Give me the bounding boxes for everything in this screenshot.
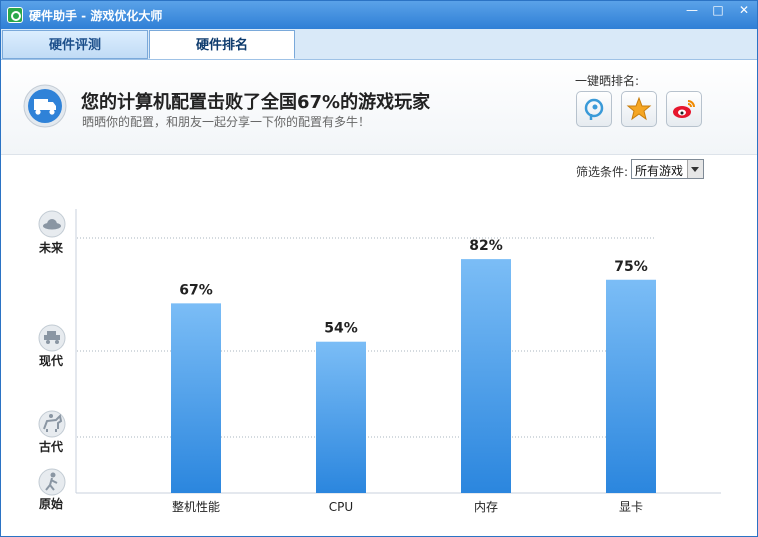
app-window: 硬件助手 - 游戏优化大师 — □ ✕ 硬件评测 硬件排名 您的计算机配置击败了…	[0, 0, 758, 537]
bar-cpu	[316, 341, 366, 493]
bar-value-label-gpu: 75%	[614, 259, 648, 275]
bar-value-label-memory: 82%	[469, 238, 503, 254]
bar-overall	[171, 303, 221, 493]
horse-rider-icon	[38, 410, 66, 438]
bar-memory	[461, 259, 511, 493]
category-label-cpu: CPU	[329, 500, 353, 514]
category-label-memory: 内存	[474, 500, 498, 514]
ufo-icon	[38, 210, 66, 238]
bar-gpu	[606, 279, 656, 493]
level-label-primitive: 原始	[39, 496, 63, 511]
level-label-ancient: 古代	[39, 439, 63, 454]
bar-value-label-overall: 67%	[179, 282, 213, 298]
bars-group: 67% 整机性能 54% CPU 82% 内存 75% 显卡	[171, 238, 656, 514]
bar-value-label-cpu: 54%	[324, 321, 358, 337]
category-label-overall: 整机性能	[172, 499, 220, 514]
car-icon	[38, 324, 66, 352]
level-label-modern: 现代	[39, 353, 63, 368]
category-label-gpu: 显卡	[619, 500, 643, 514]
caveman-icon	[38, 468, 66, 496]
hardware-ranking-chart: 未来 现代 古代 原始 67% 整机性能 54% CPU 82% 内存 75% 显卡	[38, 209, 721, 514]
level-label-future: 未来	[38, 240, 64, 255]
